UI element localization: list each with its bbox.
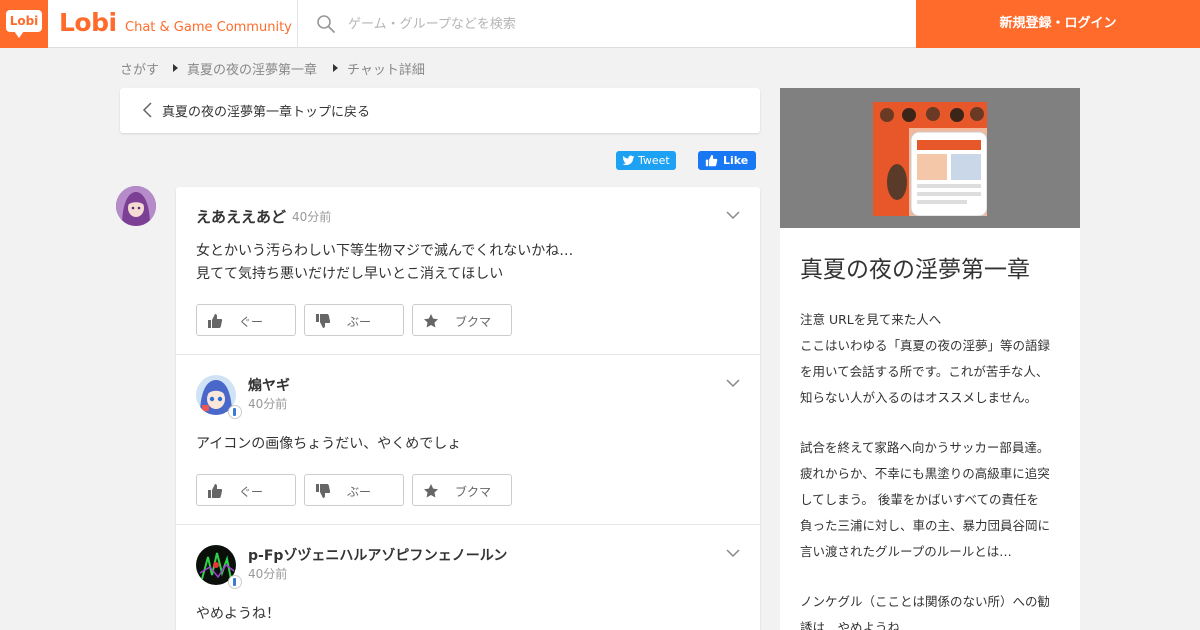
breadcrumb-arrow-icon [173, 64, 178, 72]
post-body-line: アイコンの画像ちょうだい、やくめでしょ [196, 436, 462, 452]
group-description-line: ここはいわゆる「真夏の夜の淫夢」等の語録 [800, 338, 1051, 353]
boo-button[interactable]: ぶー [304, 304, 404, 336]
bookmark-label: ブクマ [455, 315, 492, 329]
chevron-down-icon[interactable] [726, 378, 740, 388]
star-icon [424, 484, 438, 498]
breadcrumb-item-search[interactable]: さがす [120, 59, 159, 78]
group-description-line: 注意 URLを見て来た人へ [800, 312, 942, 327]
twitter-bird-icon [622, 155, 635, 166]
post-author[interactable]: 煽ヤギ [248, 375, 290, 395]
brand-name[interactable]: Lobi [59, 8, 117, 37]
group-title: 真夏の夜の淫夢第一章 [800, 257, 1030, 283]
brand-tagline: Chat & Game Community [125, 20, 292, 35]
chevron-left-icon [142, 102, 152, 118]
chat-post: 煽ヤギ 40分前 アイコンの画像ちょうだい、やくめでしょ ぐー ぶー ブクマ [176, 355, 760, 524]
post-body-line: やめようね！ [196, 606, 280, 622]
search-divider [297, 0, 298, 48]
post-time: 40分前 [248, 567, 288, 581]
tweet-button[interactable]: Tweet [616, 151, 676, 170]
group-description-line: 負った三浦に対し、車の主、暴力団員谷岡に [800, 518, 1051, 533]
chevron-down-icon[interactable] [726, 548, 740, 558]
bookmark-button[interactable]: ブクマ [412, 304, 512, 336]
verified-badge-icon [228, 405, 242, 419]
avatar[interactable] [116, 186, 156, 226]
group-description-line: 言い渡されたグループのルールとは… [800, 544, 1012, 559]
group-description-line: ノンケグル（こことは関係のない所）への勧 [800, 594, 1051, 609]
group-description-line: を用いて会話する所です。これが苦手な人、 [800, 364, 1049, 379]
post-time: 40分前 [248, 397, 288, 411]
back-label: 真夏の夜の淫夢第一章トップに戻る [162, 105, 371, 120]
lobi-logo[interactable]: Lobi [0, 0, 48, 48]
star-icon [424, 314, 438, 328]
post-time: 40分前 [292, 210, 332, 224]
like-label: Like [723, 154, 749, 167]
group-description-line: 知らない人が入るのはオススメしません。 [800, 390, 1038, 405]
site-header: Lobi Lobi Chat & Game Community 新規登録・ログイ… [0, 0, 1200, 48]
group-cover-image[interactable] [873, 102, 987, 216]
back-to-group-link[interactable]: 真夏の夜の淫夢第一章トップに戻る [120, 88, 760, 133]
thumbs-up-icon [208, 484, 223, 498]
good-label: ぐー [239, 315, 264, 329]
group-info-panel: 真夏の夜の淫夢第一章 注意 URLを見て来た人へ ここはいわゆる「真夏の夜の淫夢… [780, 88, 1080, 630]
post-body-line: 女とかいう汚らわしい下等生物マジで滅んでくれないかね… [196, 243, 574, 259]
chat-post: えあええあど 40分前 女とかいう汚らわしい下等生物マジで滅んでくれないかね… … [176, 187, 760, 354]
thumbs-up-icon [208, 314, 223, 328]
thumbs-down-icon [316, 314, 331, 328]
signup-login-button[interactable]: 新規登録・ログイン [916, 0, 1200, 48]
thumbs-up-icon [705, 154, 718, 167]
verified-badge-icon [228, 575, 242, 589]
search-input[interactable] [348, 12, 888, 36]
group-description-line: 疲れからか、不幸にも黒塗りの高級車に追突 [800, 466, 1050, 481]
chat-post: p-Fpゾヅェニハルアゾピフンェノールン 40分前 やめようね！ [176, 525, 760, 630]
group-cover-art [873, 102, 987, 216]
post-body-line: 見てて気持ち悪いだけだし早いとこ消えてほしい [196, 266, 504, 282]
boo-label: ぶー [347, 485, 372, 499]
bookmark-label: ブクマ [455, 485, 492, 499]
bookmark-button[interactable]: ブクマ [412, 474, 512, 506]
good-button[interactable]: ぐー [196, 474, 296, 506]
logo-mark: Lobi [6, 10, 42, 38]
breadcrumb-item-chat: チャット詳細 [347, 63, 425, 78]
good-button[interactable]: ぐー [196, 304, 296, 336]
good-label: ぐー [239, 485, 264, 499]
chat-feed: えあええあど 40分前 女とかいう汚らわしい下等生物マジで滅んでくれないかね… … [176, 187, 760, 630]
group-description-line: 試合を終えて家路へ向かうサッカー部員達。 [800, 440, 1050, 455]
facebook-like-button[interactable]: Like [698, 151, 756, 170]
group-cover [780, 88, 1080, 228]
breadcrumb-item-group[interactable]: 真夏の夜の淫夢第一章 [187, 59, 317, 78]
post-author[interactable]: えあええあど [196, 206, 286, 227]
group-description-line: 誘は…やめようね [800, 620, 901, 630]
avatar-image [116, 186, 156, 226]
tweet-label: Tweet [638, 154, 670, 167]
breadcrumb-arrow-icon [333, 64, 338, 72]
group-description-line: してしまう。 後輩をかばいすべての責任を [800, 492, 1039, 507]
thumbs-down-icon [316, 484, 331, 498]
boo-button[interactable]: ぶー [304, 474, 404, 506]
search-icon[interactable] [316, 14, 336, 34]
boo-label: ぶー [347, 315, 372, 329]
chevron-down-icon[interactable] [726, 210, 740, 220]
post-author[interactable]: p-Fpゾヅェニハルアゾピフンェノールン [248, 545, 507, 565]
